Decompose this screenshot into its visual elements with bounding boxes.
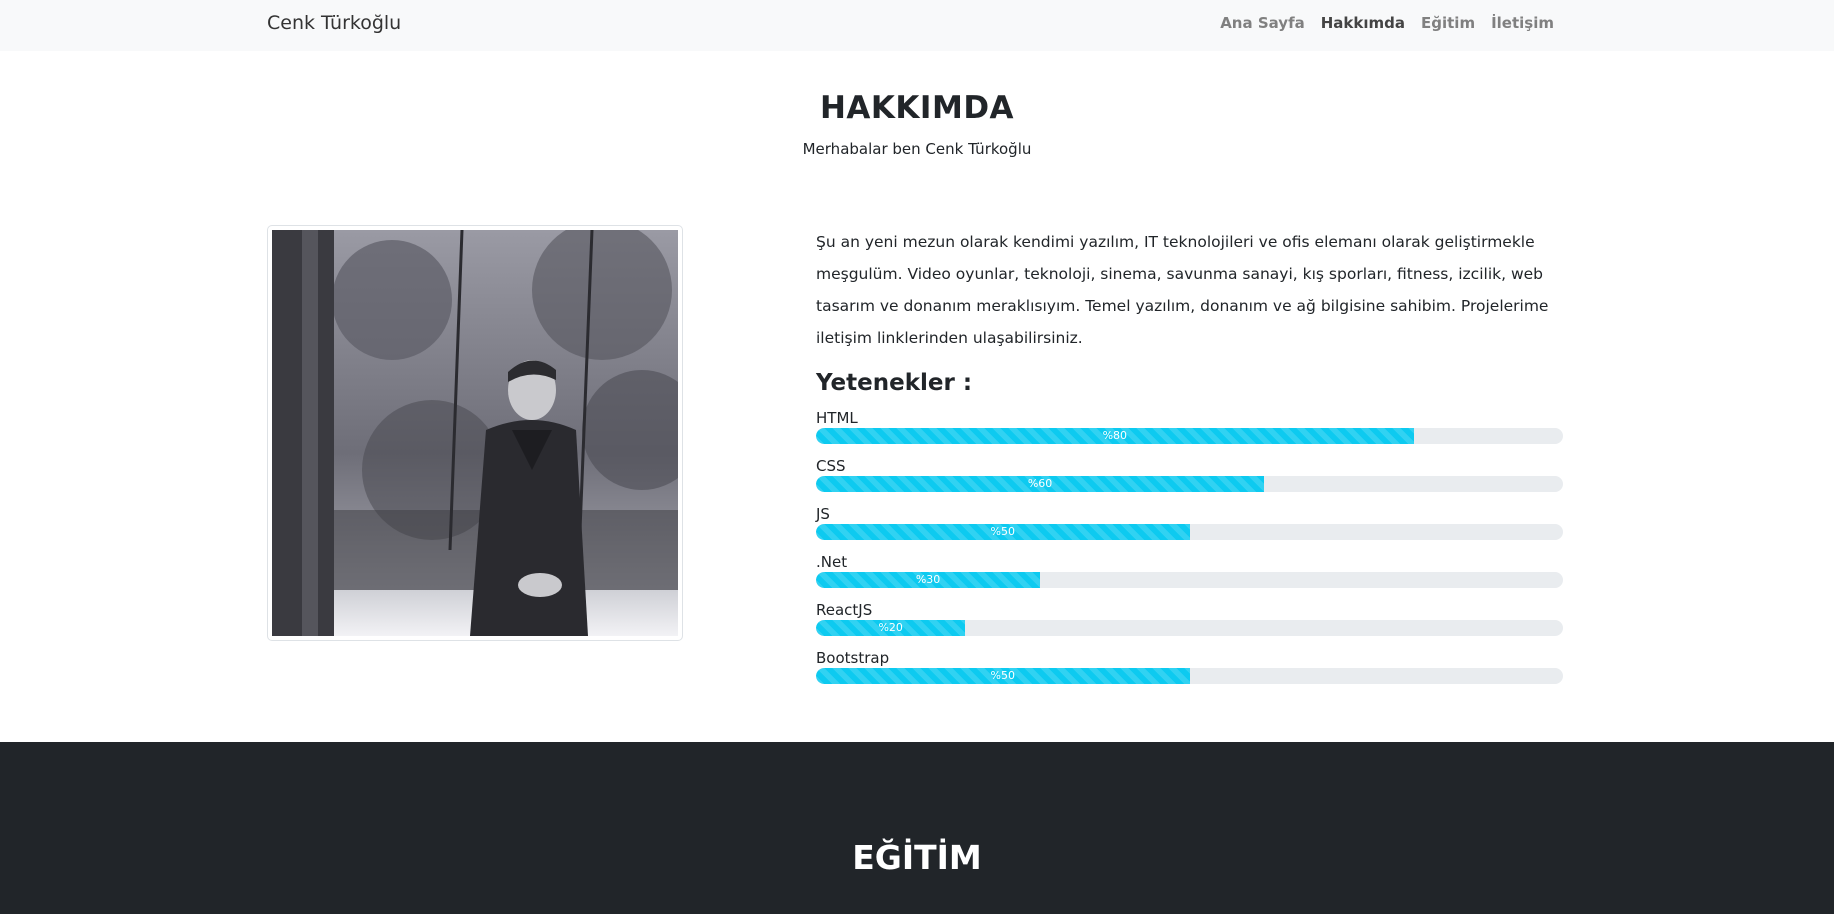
skill-name: .Net xyxy=(816,553,848,571)
progress-fill: %50 xyxy=(816,524,1190,540)
education-title: EĞİTİM xyxy=(852,838,982,877)
progress-track: %80 xyxy=(816,428,1563,444)
skill-name: CSS xyxy=(816,457,846,475)
education-section: EĞİTİM xyxy=(0,742,1834,914)
about-subtitle: Merhabalar ben Cenk Türkoğlu xyxy=(802,140,1032,158)
progress-track: %50 xyxy=(816,668,1563,684)
skill-css: CSS %60 xyxy=(816,456,1563,504)
progress-track: %30 xyxy=(816,572,1563,588)
progress-track: %60 xyxy=(816,476,1563,492)
skill-js: JS %50 xyxy=(816,504,1563,552)
progress-track: %20 xyxy=(816,620,1563,636)
nav-link-egitim[interactable]: Eğitim xyxy=(1421,14,1475,32)
skill-name: HTML xyxy=(816,409,858,427)
profile-photo-frame xyxy=(267,225,683,641)
brand-link[interactable]: Cenk Türkoğlu xyxy=(267,12,401,34)
about-title: HAKKIMDA xyxy=(819,90,1015,126)
bio-text: Şu an yeni mezun olarak kendimi yazılım,… xyxy=(816,233,1549,347)
progress-fill: %30 xyxy=(816,572,1041,588)
progress-fill: %80 xyxy=(816,428,1414,444)
skill-name: ReactJS xyxy=(816,601,873,619)
progress-fill: %60 xyxy=(816,476,1265,492)
nav-link-iletisim[interactable]: İletişim xyxy=(1491,14,1554,32)
skill-dotnet: .Net %30 xyxy=(816,552,1563,600)
skill-name: JS xyxy=(816,505,830,523)
nav-links: Ana Sayfa Hakkımda Eğitim İletişim xyxy=(1220,14,1554,32)
skills-title: Yetenekler : xyxy=(816,370,973,396)
navbar: Cenk Türkoğlu Ana Sayfa Hakkımda Eğitim … xyxy=(0,0,1834,51)
nav-link-ana-sayfa[interactable]: Ana Sayfa xyxy=(1220,14,1305,32)
skill-bootstrap: Bootstrap %50 xyxy=(816,648,1563,696)
skill-html: HTML %80 xyxy=(816,408,1563,456)
nav-link-hakkimda[interactable]: Hakkımda xyxy=(1321,14,1405,32)
profile-photo xyxy=(272,230,678,636)
progress-fill: %50 xyxy=(816,668,1190,684)
skill-reactjs: ReactJS %20 xyxy=(816,600,1563,648)
skill-name: Bootstrap xyxy=(816,649,890,667)
skills-list: HTML %80 CSS %60 JS %50 .Net %30 ReactJS… xyxy=(816,408,1563,696)
progress-fill: %20 xyxy=(816,620,966,636)
progress-track: %50 xyxy=(816,524,1563,540)
